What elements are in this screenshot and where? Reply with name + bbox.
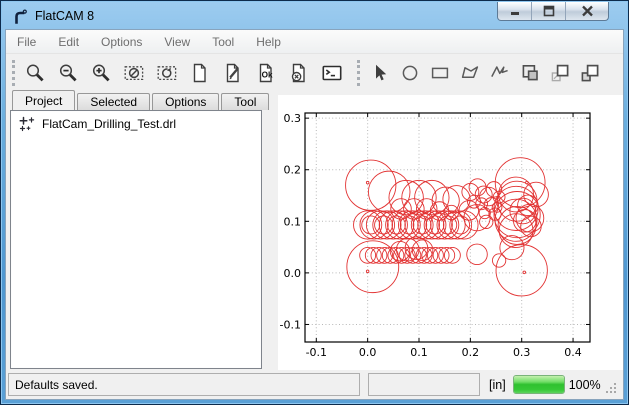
svg-text:0.0: 0.0	[284, 267, 302, 280]
menu-bar: FileEditOptionsViewToolHelp	[6, 30, 623, 54]
clear-plot-icon	[123, 62, 145, 84]
toolbar: Ok	[6, 55, 623, 90]
svg-text:0.3: 0.3	[284, 112, 302, 125]
zoom-out-button[interactable]	[54, 59, 81, 87]
union-button[interactable]	[516, 59, 543, 87]
svg-text:0.2: 0.2	[462, 346, 480, 359]
status-secondary-panel	[368, 373, 480, 396]
svg-text:0.2: 0.2	[284, 164, 302, 177]
join-geometry-button[interactable]	[576, 59, 603, 87]
add-path-button[interactable]	[486, 59, 513, 87]
new-project-button[interactable]	[186, 59, 213, 87]
minimize-icon	[509, 5, 521, 17]
app-window: FlatCAM 8 FileEditOptionsViewToolHelp Ok…	[0, 0, 629, 405]
shell-icon	[321, 62, 343, 84]
progress-bar	[513, 375, 565, 394]
replot-button[interactable]	[153, 59, 180, 87]
shell-button[interactable]	[318, 59, 345, 87]
svg-text:Ok: Ok	[261, 70, 272, 79]
tab-options[interactable]: Options	[152, 93, 219, 110]
menu-item-edit[interactable]: Edit	[47, 31, 90, 53]
select-button[interactable]	[366, 59, 393, 87]
toolbar-drag-handle[interactable]	[12, 60, 16, 86]
tab-bar: ProjectSelectedOptionsTool	[12, 90, 271, 110]
units-label: [in]	[489, 378, 506, 392]
client-area: FileEditOptionsViewToolHelp Ok ProjectSe…	[5, 29, 624, 400]
menu-item-view[interactable]: View	[153, 31, 201, 53]
toolbar-group-plot: Ok	[21, 59, 351, 87]
maximize-icon	[543, 5, 555, 17]
window-title: FlatCAM 8	[35, 9, 94, 23]
svg-text:0.1: 0.1	[410, 346, 428, 359]
tab-project[interactable]: Project	[12, 90, 75, 110]
save-object-icon: Ok	[255, 62, 277, 84]
add-polygon-button[interactable]	[456, 59, 483, 87]
add-path-icon	[489, 62, 511, 84]
menu-item-help[interactable]: Help	[245, 31, 292, 53]
tab-tool[interactable]: Tool	[221, 93, 269, 110]
select-icon	[369, 62, 391, 84]
new-project-icon	[189, 62, 211, 84]
add-polygon-icon	[459, 62, 481, 84]
svg-text:-0.1: -0.1	[306, 346, 327, 359]
status-message-panel: Defaults saved.	[8, 373, 360, 396]
add-circle-button[interactable]	[396, 59, 423, 87]
flatcam-logo-icon	[12, 8, 29, 25]
clear-plot-button[interactable]	[120, 59, 147, 87]
menu-item-tool[interactable]: Tool	[201, 31, 245, 53]
status-message: Defaults saved.	[15, 378, 98, 392]
copy-geometry-icon	[549, 62, 571, 84]
zoom-in-button[interactable]	[87, 59, 114, 87]
svg-text:0.4: 0.4	[564, 346, 582, 359]
drill-plot: -0.1 0.0 0.1 0.2 0.3 0.4 -0.1 0.0 0.1 0.2 0.3	[278, 95, 623, 370]
progress-percent-label: 100%	[569, 378, 601, 392]
join-geometry-icon	[579, 62, 601, 84]
svg-text:-0.1: -0.1	[280, 318, 301, 331]
menu-item-options[interactable]: Options	[90, 31, 153, 53]
save-object-button[interactable]: Ok	[252, 59, 279, 87]
copy-geometry-button[interactable]	[546, 59, 573, 87]
add-rectangle-icon	[429, 62, 451, 84]
project-tree[interactable]: FlatCam_Drilling_Test.drl	[10, 110, 262, 369]
toolbar-group-geometry	[366, 59, 606, 87]
zoom-out-icon	[57, 62, 79, 84]
open-project-icon	[222, 62, 244, 84]
zoom-fit-button[interactable]	[21, 59, 48, 87]
delete-object-button[interactable]	[285, 59, 312, 87]
close-button[interactable]	[566, 2, 608, 20]
minimize-button[interactable]	[498, 2, 532, 20]
add-rectangle-button[interactable]	[426, 59, 453, 87]
tab-selected[interactable]: Selected	[77, 93, 150, 110]
maximize-button[interactable]	[532, 2, 566, 20]
caption-buttons	[497, 2, 609, 21]
svg-text:0.1: 0.1	[284, 215, 302, 228]
tree-item-drill-object[interactable]: FlatCam_Drilling_Test.drl	[11, 111, 261, 134]
tree-item-label: FlatCam_Drilling_Test.drl	[42, 117, 176, 131]
delete-object-icon	[288, 62, 310, 84]
add-circle-icon	[399, 62, 421, 84]
svg-text:0.3: 0.3	[513, 346, 531, 359]
toolbar-drag-handle[interactable]	[357, 60, 361, 86]
status-bar: Defaults saved. [in] 100%	[8, 371, 621, 398]
zoom-fit-icon	[24, 62, 46, 84]
zoom-in-icon	[90, 62, 112, 84]
replot-icon	[156, 62, 178, 84]
drill-object-icon	[19, 116, 35, 132]
union-icon	[519, 62, 541, 84]
open-project-button[interactable]	[219, 59, 246, 87]
svg-text:0.0: 0.0	[359, 346, 377, 359]
menu-item-file[interactable]: File	[6, 31, 47, 53]
progress-bar-fill	[514, 376, 564, 393]
plot-canvas[interactable]: -0.1 0.0 0.1 0.2 0.3 0.4 -0.1 0.0 0.1 0.2 0.3	[278, 95, 623, 370]
resize-grip-icon[interactable]	[605, 382, 618, 395]
close-icon	[581, 5, 594, 17]
